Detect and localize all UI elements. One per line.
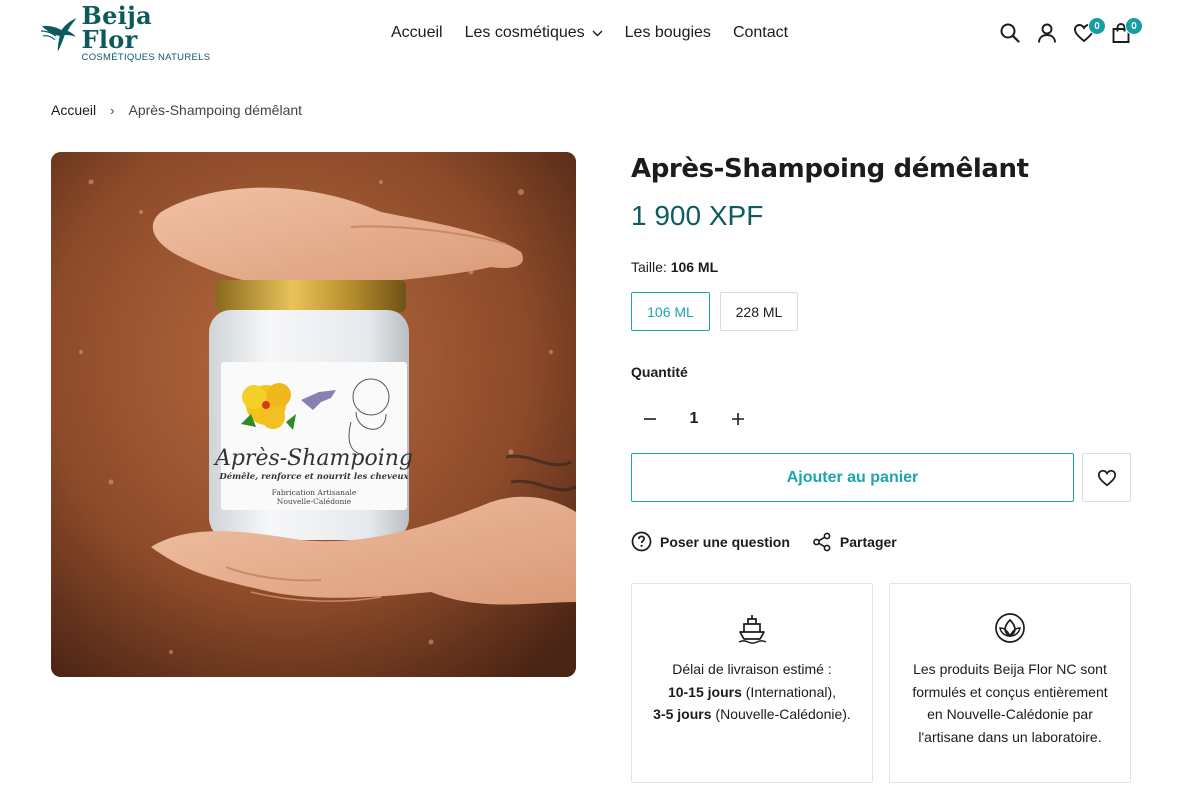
- delivery-intl-days: 10-15 jours: [667, 683, 742, 700]
- delivery-nc-text: (Nouvelle-Calédonie).: [711, 706, 851, 722]
- delivery-info-text: Délai de livraison estimé : 10-15 jours …: [633, 658, 871, 726]
- product-image[interactable]: Après-Shampoing Démêle, renforce et nour…: [51, 152, 576, 677]
- ask-question-label: Poser une question: [660, 533, 790, 550]
- jar-label-line1: Fabrication Artisanale: [272, 488, 357, 497]
- delivery-intl-text: (International),: [741, 683, 837, 700]
- jar-label-line2: Nouvelle-Calédonie: [277, 497, 352, 506]
- question-circle-icon: [631, 531, 652, 552]
- share-label: Partager: [839, 533, 897, 550]
- size-selected-value: 106 ML: [670, 259, 719, 275]
- origin-info-text: Les produits Beija Flor NC sont formulés…: [912, 661, 1108, 745]
- size-label-text: Taille:: [631, 259, 667, 275]
- leaf-badge-icon: [995, 613, 1025, 643]
- ship-icon: [738, 615, 767, 644]
- site-header: Beija Flor COSMÉTIQUES NATURELS Accueil …: [0, 0, 1180, 70]
- delivery-info-card: Délai de livraison estimé : 10-15 jours …: [631, 583, 873, 783]
- product-price: 1 900 XPF: [631, 200, 764, 231]
- nav-item-cosmetiques[interactable]: Les cosmétiques: [465, 24, 603, 42]
- search-icon[interactable]: [999, 22, 1021, 44]
- nav-item-bougies[interactable]: Les bougies: [625, 24, 711, 42]
- minus-icon: [644, 418, 656, 420]
- brand-logo[interactable]: Beija Flor COSMÉTIQUES NATURELS: [40, 3, 215, 62]
- share-link[interactable]: Partager: [812, 532, 897, 552]
- size-options: 106 ML 228 ML: [631, 292, 1131, 331]
- buy-row: Ajouter au panier: [631, 453, 1131, 502]
- decrease-quantity-button[interactable]: [631, 400, 669, 438]
- jar-label-title: Après-Shampoing: [213, 446, 413, 471]
- size-option-228ml[interactable]: 228 ML: [720, 292, 798, 331]
- chevron-down-icon: [592, 30, 603, 36]
- product-info: Après-Shampoing démêlant 1 900 XPF Taill…: [631, 150, 1131, 783]
- nav-item-contact[interactable]: Contact: [733, 24, 788, 42]
- account-icon[interactable]: [1036, 22, 1058, 44]
- share-icon: [813, 532, 831, 551]
- quantity-stepper: 1: [631, 400, 1131, 438]
- origin-info-card: Les produits Beija Flor NC sont formulés…: [889, 583, 1131, 783]
- brand-name: Beija Flor: [81, 0, 152, 54]
- hummingbird-icon: [40, 18, 77, 52]
- heart-icon: [1097, 469, 1116, 486]
- header-actions: 0 0: [999, 17, 1143, 44]
- product-photo: Après-Shampoing Démêle, renforce et nour…: [51, 152, 576, 677]
- quantity-label: Quantité: [631, 364, 688, 380]
- cart-count-badge: 0: [1125, 17, 1143, 35]
- product-title: Après-Shampoing démêlant: [631, 154, 1029, 184]
- jar-label-subtitle: Démêle, renforce et nourrit les cheveux: [218, 471, 409, 482]
- breadcrumb-separator: ›: [110, 102, 115, 118]
- nav-item-label: Les cosmétiques: [464, 24, 585, 41]
- breadcrumb: Accueil › Après-Shampoing démêlant: [51, 102, 302, 118]
- breadcrumb-home[interactable]: Accueil: [51, 102, 96, 118]
- size-label: Taille: 106 ML: [631, 259, 1131, 275]
- cart-icon[interactable]: 0: [1110, 17, 1143, 44]
- wishlist-icon[interactable]: 0: [1073, 17, 1106, 44]
- main-nav: Accueil Les cosmétiques Les bougies Cont…: [391, 24, 788, 42]
- add-to-wishlist-button[interactable]: [1082, 453, 1131, 502]
- size-option-106ml[interactable]: 106 ML: [631, 292, 710, 331]
- quantity-value[interactable]: 1: [669, 410, 719, 428]
- breadcrumb-current: Après-Shampoing démêlant: [128, 102, 303, 118]
- plus-icon: [732, 413, 744, 425]
- delivery-nc-days: 3-5 jours: [653, 706, 712, 722]
- nav-item-accueil[interactable]: Accueil: [391, 24, 443, 42]
- brand-tagline: COSMÉTIQUES NATURELS: [81, 51, 211, 63]
- ask-question-link[interactable]: Poser une question: [631, 531, 790, 552]
- delivery-line1: Délai de livraison estimé :: [672, 661, 832, 677]
- product-actions: Poser une question Partager: [631, 531, 1131, 552]
- wishlist-count-badge: 0: [1088, 17, 1106, 35]
- add-to-cart-button[interactable]: Ajouter au panier: [631, 453, 1074, 502]
- increase-quantity-button[interactable]: [719, 400, 757, 438]
- info-cards: Délai de livraison estimé : 10-15 jours …: [631, 583, 1131, 783]
